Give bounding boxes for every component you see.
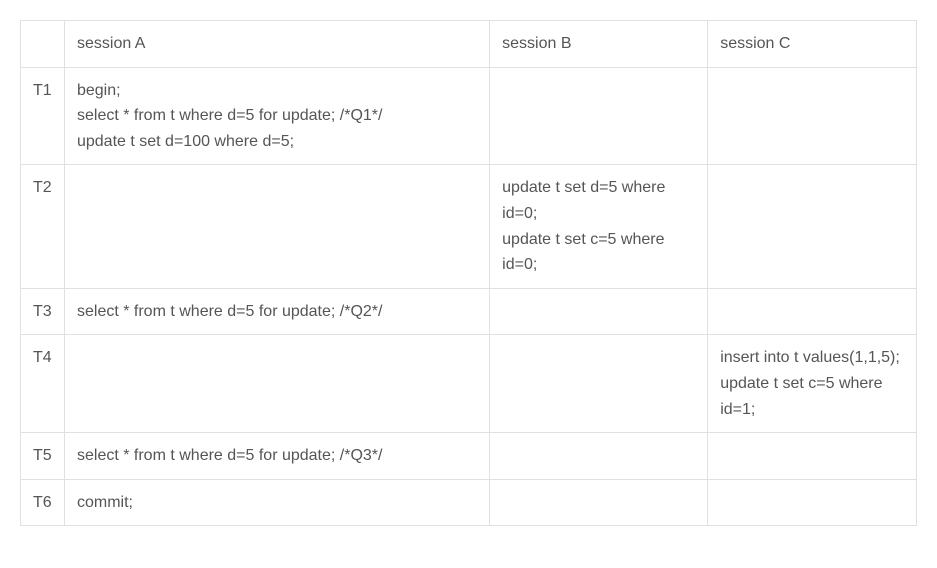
header-session-b: session B: [490, 21, 708, 68]
cell-time: T4: [21, 335, 65, 433]
table-row: T6 commit;: [21, 479, 917, 526]
cell-session-b: [490, 335, 708, 433]
cell-time: T6: [21, 479, 65, 526]
table-row: T2 update t set d=5 where id=0; update t…: [21, 165, 917, 288]
table-row: T3 select * from t where d=5 for update;…: [21, 288, 917, 335]
cell-session-a: select * from t where d=5 for update; /*…: [64, 433, 489, 480]
cell-session-c: [708, 165, 917, 288]
cell-session-c: insert into t values(1,1,5); update t se…: [708, 335, 917, 433]
table-row: T1 begin; select * from t where d=5 for …: [21, 67, 917, 165]
cell-session-b: [490, 67, 708, 165]
cell-session-a: [64, 165, 489, 288]
session-timeline-table: session A session B session C T1 begin; …: [20, 20, 917, 526]
cell-session-b: [490, 479, 708, 526]
cell-session-a: [64, 335, 489, 433]
cell-session-c: [708, 288, 917, 335]
cell-session-a: select * from t where d=5 for update; /*…: [64, 288, 489, 335]
table-row: T4 insert into t values(1,1,5); update t…: [21, 335, 917, 433]
cell-session-b: [490, 288, 708, 335]
cell-time: T3: [21, 288, 65, 335]
header-session-a: session A: [64, 21, 489, 68]
table-header-row: session A session B session C: [21, 21, 917, 68]
cell-session-c: [708, 479, 917, 526]
cell-session-a: begin; select * from t where d=5 for upd…: [64, 67, 489, 165]
cell-session-b: [490, 433, 708, 480]
cell-time: T1: [21, 67, 65, 165]
table-row: T5 select * from t where d=5 for update;…: [21, 433, 917, 480]
cell-session-a: commit;: [64, 479, 489, 526]
header-time: [21, 21, 65, 68]
cell-session-c: [708, 433, 917, 480]
header-session-c: session C: [708, 21, 917, 68]
cell-time: T5: [21, 433, 65, 480]
cell-time: T2: [21, 165, 65, 288]
cell-session-c: [708, 67, 917, 165]
cell-session-b: update t set d=5 where id=0; update t se…: [490, 165, 708, 288]
